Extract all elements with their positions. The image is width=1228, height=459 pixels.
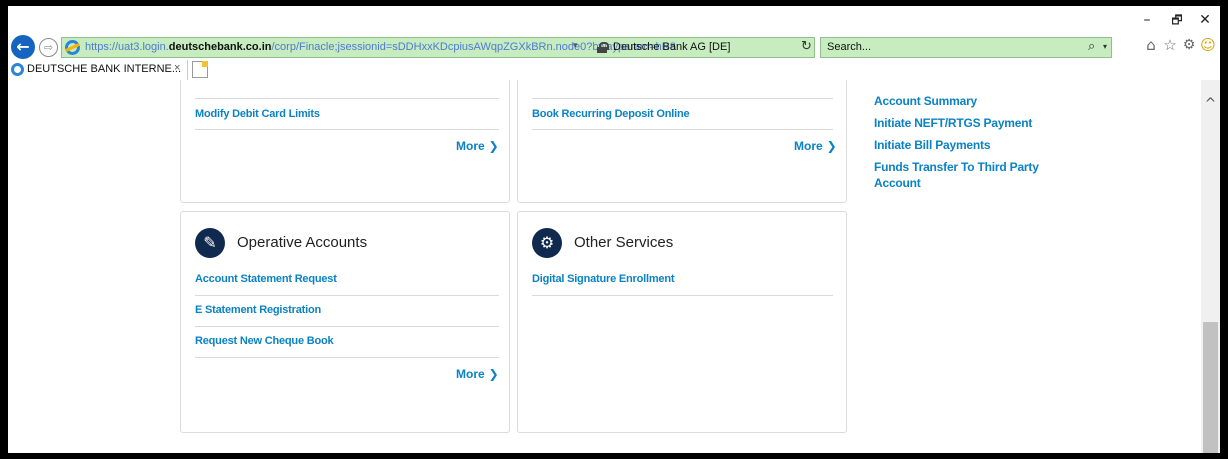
search-dropdown-icon[interactable]: ▾: [1103, 42, 1107, 51]
account-summary-link[interactable]: Account Summary: [874, 94, 977, 108]
tab-row: DEUTSCHE BANK INTERNE... ×: [8, 60, 1220, 80]
scroll-up-icon[interactable]: ^: [1203, 97, 1218, 111]
address-bar[interactable]: https://uat3.login.deutschebank.co.in/co…: [61, 37, 815, 58]
address-row: ← ⇨ https://uat3.login.deutschebank.co.i…: [8, 34, 1220, 60]
book-recurring-deposit-link[interactable]: Book Recurring Deposit Online: [532, 108, 690, 120]
divider: [195, 357, 499, 358]
scroll-thumb[interactable]: [1203, 322, 1218, 453]
tab-title: DEUTSCHE BANK INTERNE...: [27, 63, 182, 75]
tab-close-icon[interactable]: ×: [174, 62, 180, 74]
ie-icon: [65, 40, 80, 55]
card-title: Operative Accounts: [237, 234, 368, 251]
lock-icon[interactable]: [597, 42, 609, 53]
favorites-icon[interactable]: ☆: [1161, 36, 1179, 54]
document-edit-icon: ✎: [195, 228, 225, 258]
chevron-right-icon: ❯: [826, 139, 837, 153]
funds-transfer-third-party-link[interactable]: Funds Transfer To Third Party: [874, 160, 1039, 174]
home-icon[interactable]: ⌂: [1142, 36, 1160, 54]
new-tab-button[interactable]: [192, 61, 208, 78]
chevron-right-icon: ❯: [488, 367, 499, 381]
initiate-neft-rtgs-link[interactable]: Initiate NEFT/RTGS Payment: [874, 116, 1032, 130]
refresh-icon[interactable]: ↻: [801, 39, 812, 54]
close-button[interactable]: ✕: [1195, 11, 1215, 29]
card-cards-top-left: Modify Debit Card Limits More ❯: [180, 80, 510, 203]
back-button[interactable]: ←: [11, 35, 35, 59]
modify-debit-card-limits-link[interactable]: Modify Debit Card Limits: [195, 108, 320, 120]
gear-icon: ⚙: [532, 228, 562, 258]
e-statement-registration-link[interactable]: E Statement Registration: [195, 304, 321, 316]
certificate-label[interactable]: Deutsche Bank AG [DE]: [613, 41, 730, 53]
maximize-button[interactable]: 🗗: [1167, 11, 1187, 29]
initiate-bill-payments-link[interactable]: Initiate Bill Payments: [874, 138, 991, 152]
more-link[interactable]: More ❯: [456, 367, 499, 381]
vertical-scrollbar[interactable]: ^: [1201, 80, 1220, 453]
card-title: Other Services: [574, 234, 674, 251]
more-link[interactable]: More ❯: [794, 139, 837, 153]
account-statement-request-link[interactable]: Account Statement Request: [195, 273, 337, 285]
divider: [195, 129, 499, 130]
browser-window: – 🗗 ✕ ← ⇨ https://uat3.login.deutscheban…: [8, 6, 1220, 453]
address-dropdown-icon[interactable]: ▾: [573, 40, 578, 51]
divider: [195, 98, 499, 99]
search-input[interactable]: Search...: [827, 41, 871, 53]
card-other-services: ⚙ Other Services Digital Signature Enrol…: [517, 211, 847, 433]
title-bar: – 🗗 ✕: [8, 6, 1220, 34]
divider: [532, 129, 833, 130]
search-icon[interactable]: ⌕: [1088, 39, 1095, 54]
divider: [195, 295, 499, 296]
divider: [532, 98, 833, 99]
funds-transfer-third-party-link-line2[interactable]: Account: [874, 176, 921, 190]
search-box[interactable]: Search... ⌕ ▾: [820, 37, 1112, 58]
chevron-right-icon: ❯: [488, 139, 499, 153]
ie-icon: [11, 63, 24, 76]
divider: [195, 326, 499, 327]
divider: [532, 295, 833, 296]
card-operative-accounts: ✎ Operative Accounts Account Statement R…: [180, 211, 510, 433]
more-link[interactable]: More ❯: [456, 139, 499, 153]
request-new-cheque-book-link[interactable]: Request New Cheque Book: [195, 335, 334, 347]
smiley-icon[interactable]: ☺: [1199, 36, 1217, 54]
browser-tab[interactable]: DEUTSCHE BANK INTERNE... ×: [8, 60, 188, 80]
page-content: Modify Debit Card Limits More ❯ Book Recu…: [8, 80, 1220, 453]
forward-button[interactable]: ⇨: [39, 38, 58, 57]
minimize-button[interactable]: –: [1137, 11, 1157, 29]
settings-icon[interactable]: ⚙: [1180, 36, 1198, 54]
card-cards-top-middle: Book Recurring Deposit Online More ❯: [517, 80, 847, 203]
digital-signature-enrollment-link[interactable]: Digital Signature Enrollment: [532, 273, 675, 285]
url-text[interactable]: https://uat3.login.deutschebank.co.in/co…: [85, 41, 676, 53]
